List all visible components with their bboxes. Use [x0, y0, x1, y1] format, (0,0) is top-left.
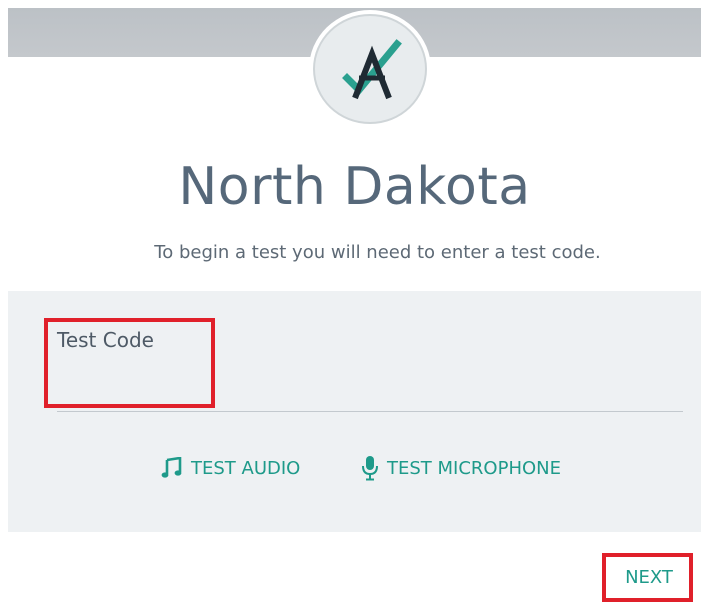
- next-button-highlight: [602, 553, 693, 602]
- a-check-logo-icon: [342, 39, 402, 100]
- test-audio-button[interactable]: TEST AUDIO: [161, 454, 300, 482]
- input-underline: [57, 411, 683, 412]
- music-note-icon: [161, 457, 182, 478]
- app-frame: North Dakota To begin a test you will ne…: [0, 0, 701, 608]
- microphone-icon: [362, 456, 378, 481]
- test-microphone-label: TEST MICROPHONE: [387, 457, 561, 479]
- instructions-text: To begin a test you will need to enter a…: [154, 242, 601, 263]
- logo-circle: [313, 14, 427, 124]
- test-microphone-button[interactable]: TEST MICROPHONE: [361, 454, 561, 482]
- test-code-highlight: [44, 318, 215, 408]
- page-title: North Dakota: [178, 157, 531, 217]
- test-audio-label: TEST AUDIO: [191, 457, 301, 479]
- logo-badge: [309, 10, 431, 128]
